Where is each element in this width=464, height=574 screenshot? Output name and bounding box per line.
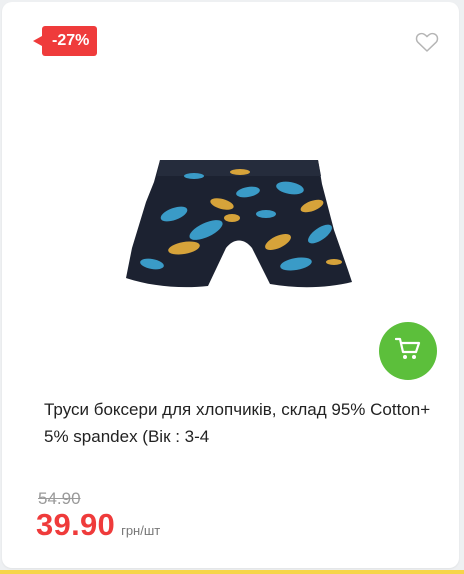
heart-outline-icon[interactable] [415,31,439,53]
price-unit: грн/шт [121,523,161,538]
price-row: 39.90 грн/шт [36,507,160,543]
product-title[interactable]: Труси боксери для хлопчиків, склад 95% C… [44,396,436,450]
current-price: 39.90 [36,507,116,542]
discount-badge: -27% [32,26,98,56]
old-price: 54.90 [38,489,81,508]
bottom-accent-bar [0,570,464,574]
shopping-cart-icon [394,337,421,366]
product-image[interactable] [122,152,354,294]
add-to-cart-button[interactable] [379,322,437,380]
product-card[interactable]: -27% Труси боксери для хлопчиків, склад … [2,2,459,568]
